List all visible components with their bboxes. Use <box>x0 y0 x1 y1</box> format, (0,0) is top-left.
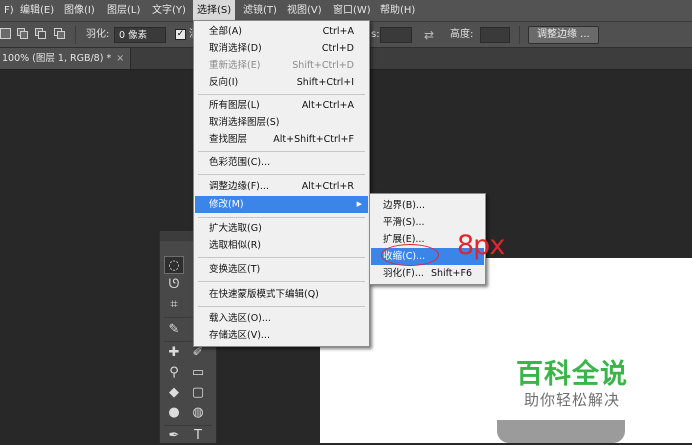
menu-item-color-range[interactable]: 色彩范围(C)... <box>195 154 368 171</box>
menu-item-grow[interactable]: 扩大选取(G) <box>195 220 368 237</box>
crop-icon[interactable]: ⌗ <box>164 296 184 314</box>
feather-label: 羽化: <box>86 29 110 40</box>
menu-item-similar[interactable]: 选取相似(R) <box>195 237 368 254</box>
canvas-gray-shape <box>497 420 625 443</box>
menu-item-deselect[interactable]: 取消选择(D) Ctrl+D <box>195 40 368 57</box>
menu-help[interactable]: 帮助(H) <box>376 0 419 22</box>
menu-divider <box>198 174 365 175</box>
menu-item-find-layers[interactable]: 查找图层 Alt+Shift+Ctrl+F <box>195 131 368 148</box>
style-label: s: <box>371 29 380 40</box>
close-icon[interactable]: × <box>116 53 124 64</box>
options-separator <box>75 26 76 44</box>
watermark-title: 百科全说 <box>516 359 628 390</box>
refine-edge-button[interactable]: 调整边缘 ... <box>528 26 599 44</box>
watermark-subtitle: 助你轻松解决 <box>524 391 621 409</box>
submenu-item-border[interactable]: 边界(B)... <box>371 197 484 214</box>
eyedropper-icon[interactable]: ✎ <box>164 321 184 339</box>
tools-divider <box>164 425 212 426</box>
submenu-arrow-icon: ▶ <box>356 200 362 208</box>
menu-item-save-selection[interactable]: 存储选区(V)... <box>195 327 368 344</box>
anti-alias-checkbox[interactable]: ✓ <box>175 29 186 40</box>
menu-item-modify[interactable]: 修改(M) ▶ <box>195 196 368 213</box>
document-canvas[interactable] <box>320 258 692 443</box>
document-tab[interactable]: 100% (图层 1, RGB/8) * × <box>0 48 132 69</box>
add-to-selection-icon[interactable] <box>17 28 28 39</box>
height-input[interactable] <box>480 27 510 43</box>
height-label: 高度: <box>450 29 474 40</box>
healing-brush-icon[interactable]: ✚ <box>164 344 184 362</box>
menu-layer[interactable]: 图层(L) <box>103 0 144 22</box>
menu-filter[interactable]: 滤镜(T) <box>239 0 281 22</box>
annotation-ellipse <box>381 244 439 266</box>
options-separator <box>519 26 520 44</box>
menu-bar: F) 编辑(E) 图像(I) 图层(L) 文字(Y) 选择(S) 滤镜(T) 视… <box>0 0 692 22</box>
menu-view[interactable]: 视图(V) <box>283 0 326 22</box>
menu-divider <box>198 257 365 258</box>
subtract-from-selection-icon[interactable] <box>35 28 46 39</box>
dodge-icon[interactable]: ◍ <box>188 404 208 422</box>
menu-item-transform-selection[interactable]: 变换选区(T) <box>195 261 368 278</box>
pen-icon[interactable]: ✒ <box>164 427 184 445</box>
menu-window[interactable]: 窗口(W) <box>329 0 375 22</box>
blur-icon[interactable]: ● <box>164 404 184 422</box>
menu-image[interactable]: 图像(I) <box>60 0 99 22</box>
menu-item-all-layers[interactable]: 所有图层(L) Alt+Ctrl+A <box>195 97 368 114</box>
menu-item-refine-edge[interactable]: 调整边缘(F)... Alt+Ctrl+R <box>195 178 368 195</box>
lasso-icon[interactable]: ᘎ <box>164 276 184 294</box>
select-menu: 全部(A) Ctrl+A 取消选择(D) Ctrl+D 重新选择(E) Shift+C… <box>193 20 370 347</box>
menu-edit[interactable]: 编辑(E) <box>16 0 58 22</box>
menu-item-inverse[interactable]: 反向(I) Shift+Ctrl+I <box>195 74 368 91</box>
document-tab-label: 100% (图层 1, RGB/8) * <box>2 53 112 64</box>
gradient-icon[interactable]: ▢ <box>188 384 208 402</box>
menu-divider <box>198 306 365 307</box>
eraser-icon[interactable]: ◆ <box>164 384 184 402</box>
menu-select[interactable]: 选择(S) <box>193 0 236 22</box>
width-input[interactable] <box>380 27 412 43</box>
menu-item-select-all[interactable]: 全部(A) Ctrl+A <box>195 23 368 40</box>
feather-input[interactable]: 0 像素 <box>114 27 166 43</box>
intersect-selection-icon[interactable] <box>54 28 65 39</box>
menu-item-reselect[interactable]: 重新选择(E) Shift+Ctrl+D <box>195 57 368 74</box>
annotation-text: 8px <box>457 230 505 261</box>
menu-divider <box>198 151 365 152</box>
menu-file[interactable]: F) <box>0 0 18 22</box>
menu-type[interactable]: 文字(Y) <box>148 0 190 22</box>
menu-item-deselect-layers[interactable]: 取消选择图层(S) <box>195 114 368 131</box>
menu-divider <box>198 94 365 95</box>
menu-item-load-selection[interactable]: 载入选区(O)... <box>195 310 368 327</box>
submenu-item-smooth[interactable]: 平滑(S)... <box>371 214 484 231</box>
history-brush-icon[interactable]: ▭ <box>188 364 208 382</box>
menu-item-quick-mask[interactable]: 在快速蒙版模式下编辑(Q) <box>195 286 368 303</box>
clone-stamp-icon[interactable]: ⚲ <box>164 364 184 382</box>
menu-divider <box>198 217 365 218</box>
marquee-icon[interactable]: ◌ <box>164 256 184 274</box>
menu-divider <box>198 281 365 282</box>
swap-icon[interactable]: ⇄ <box>424 22 434 48</box>
type-icon[interactable]: T <box>188 427 208 445</box>
submenu-item-feather[interactable]: 羽化(F)... Shift+F6 <box>371 265 484 282</box>
new-selection-icon[interactable] <box>0 28 11 39</box>
